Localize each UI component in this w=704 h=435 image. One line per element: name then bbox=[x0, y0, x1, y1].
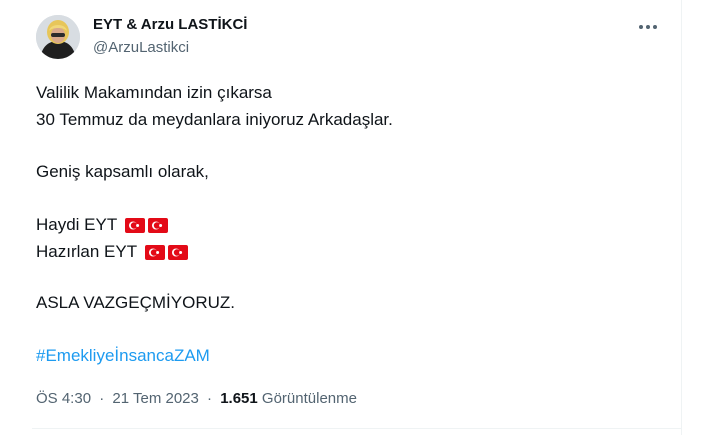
tweet-text: Hazırlan EYT bbox=[36, 242, 137, 261]
tweet-text-line-with-flags: Haydi EYT bbox=[36, 213, 168, 237]
turkey-flag-icon bbox=[167, 245, 188, 260]
avatar[interactable] bbox=[36, 15, 80, 59]
tweet-text-line: Valilik Makamından izin çıkarsa bbox=[36, 83, 272, 102]
more-dots-icon bbox=[639, 25, 643, 29]
column-divider bbox=[681, 0, 682, 435]
author-display-name[interactable]: EYT & Arzu LASTİKCİ bbox=[93, 16, 247, 33]
hashtag-link[interactable]: #EmekliyeİnsancaZAM bbox=[36, 344, 210, 368]
divider bbox=[32, 428, 682, 429]
tweet-text: Haydi EYT bbox=[36, 215, 117, 234]
turkey-flag-icon bbox=[144, 245, 165, 260]
profile-photo-icon bbox=[36, 15, 80, 59]
tweet-meta: ÖS 4:30 · 21 Tem 2023 · 1.651 Görüntülen… bbox=[36, 390, 357, 407]
tweet-card: EYT & Arzu LASTİKCİ @ArzuLastikci Valili… bbox=[0, 0, 704, 435]
meta-separator: · bbox=[207, 390, 213, 407]
turkey-flag-icon bbox=[124, 218, 145, 233]
views-count: 1.651 bbox=[220, 390, 258, 407]
tweet-text-line: ASLA VAZGEÇMİYORUZ. bbox=[36, 293, 236, 312]
tweet-date-link[interactable]: 21 Tem 2023 bbox=[112, 390, 198, 407]
more-dots-icon bbox=[646, 25, 650, 29]
turkey-flag-icon bbox=[147, 218, 168, 233]
author-handle[interactable]: @ArzuLastikci bbox=[93, 39, 189, 56]
views-label: Görüntülenme bbox=[261, 390, 357, 407]
tweet-text-line: Geniş kapsamlı olarak, bbox=[36, 162, 209, 181]
tweet-text-line: 30 Temmuz da meydanlara iniyoruz Arkadaş… bbox=[36, 110, 393, 129]
tweet-text-line-with-flags: Hazırlan EYT bbox=[36, 240, 188, 264]
tweet-time-link[interactable]: ÖS 4:30 bbox=[36, 390, 91, 407]
meta-separator: · bbox=[99, 390, 105, 407]
more-options-button[interactable] bbox=[633, 16, 663, 38]
more-dots-icon bbox=[653, 25, 657, 29]
